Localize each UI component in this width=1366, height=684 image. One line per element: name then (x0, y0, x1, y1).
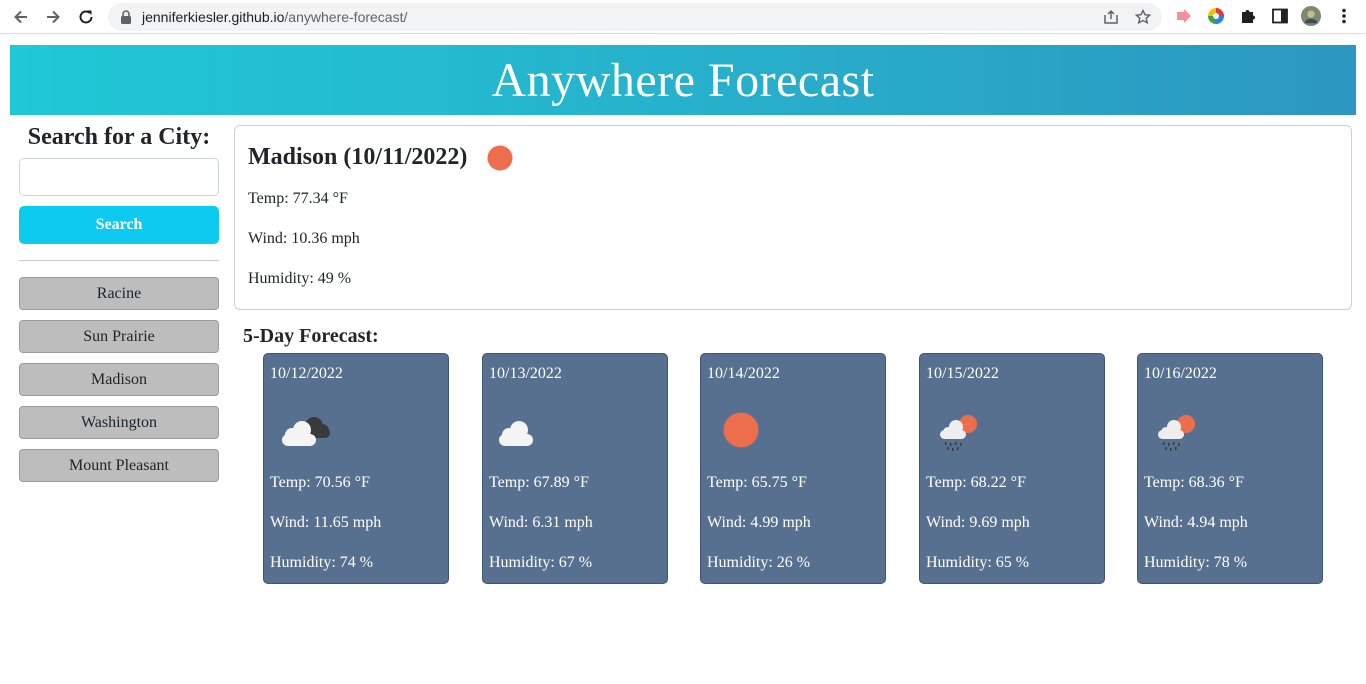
extension-arrow-icon[interactable] (1174, 6, 1194, 26)
forecast-day-card: 10/15/2022 Temp: 68.22 °F Wind: 9.69 mph… (919, 353, 1105, 584)
lock-icon (121, 10, 131, 24)
forecast-temp: Temp: 68.36 °F (1144, 474, 1244, 491)
sun-icon (723, 412, 759, 448)
current-city-date: Madison (10/11/2022) (248, 144, 468, 170)
search-sidebar: Search for a City: Search Racine Sun Pra… (19, 124, 219, 492)
forecast-day-card: 10/12/2022 Temp: 70.56 °F Wind: 11.65 mp… (263, 353, 449, 584)
url-path: /anywhere-forecast/ (284, 9, 408, 25)
forecast-temp: Temp: 65.75 °F (707, 474, 807, 491)
history-city-button[interactable]: Washington (19, 406, 219, 439)
forecast-wind: Wind: 4.99 mph (707, 514, 811, 531)
share-icon[interactable] (1102, 8, 1120, 26)
reload-button[interactable] (74, 5, 98, 29)
forecast-humidity: Humidity: 74 % (270, 554, 374, 571)
forecast-day-card: 10/14/2022 Temp: 65.75 °F Wind: 4.99 mph… (700, 353, 886, 584)
forecast-date: 10/16/2022 (1144, 365, 1217, 382)
history-city-button[interactable]: Madison (19, 363, 219, 396)
search-history-list: Racine Sun Prairie Madison Washington Mo… (19, 277, 219, 482)
broken-clouds-icon (282, 417, 330, 446)
profile-avatar[interactable] (1301, 6, 1321, 26)
forecast-heading: 5-Day Forecast: (243, 325, 379, 347)
forward-button[interactable] (41, 5, 65, 29)
bookmark-star-icon[interactable] (1134, 8, 1152, 26)
app-header: Anywhere Forecast (10, 45, 1356, 115)
browser-menu-icon[interactable] (1334, 6, 1354, 26)
forecast-date: 10/15/2022 (926, 365, 999, 382)
forecast-humidity: Humidity: 78 % (1144, 554, 1248, 571)
reload-icon (79, 10, 93, 24)
forecast-date: 10/13/2022 (489, 365, 562, 382)
back-arrow-icon (14, 10, 27, 24)
color-picker-extension-icon[interactable] (1206, 6, 1226, 26)
forecast-temp: Temp: 70.56 °F (270, 474, 370, 491)
history-city-button[interactable]: Racine (19, 277, 219, 310)
search-button[interactable]: Search (19, 206, 219, 244)
search-heading: Search for a City: (27, 124, 211, 150)
app-title: Anywhere Forecast (491, 53, 875, 107)
current-weather-card: Madison (10/11/2022) Temp: 77.34 °F Wind… (234, 125, 1352, 310)
city-search-input[interactable] (19, 158, 219, 196)
history-city-button[interactable]: Mount Pleasant (19, 449, 219, 482)
sidebar-divider (19, 260, 219, 261)
forecast-day-card: 10/13/2022 Temp: 67.89 °F Wind: 6.31 mph… (482, 353, 668, 584)
sun-icon (487, 145, 513, 171)
current-wind: Wind: 10.36 mph (248, 230, 360, 247)
forecast-day-card: 10/16/2022 Temp: 68.36 °F Wind: 4.94 mph… (1137, 353, 1323, 584)
forecast-temp: Temp: 67.89 °F (489, 474, 589, 491)
forward-arrow-icon (47, 10, 60, 24)
browser-toolbar: jenniferkiesler.github.io/anywhere-forec… (0, 0, 1366, 34)
forecast-wind: Wind: 4.94 mph (1144, 514, 1248, 531)
history-city-button[interactable]: Sun Prairie (19, 320, 219, 353)
current-humidity: Humidity: 49 % (248, 270, 352, 287)
forecast-humidity: Humidity: 65 % (926, 554, 1030, 571)
back-button[interactable] (9, 5, 33, 29)
extensions-puzzle-icon[interactable] (1238, 6, 1258, 26)
url-host: jenniferkiesler.github.io (142, 9, 285, 25)
url-text: jenniferkiesler.github.io/anywhere-forec… (142, 9, 407, 25)
forecast-humidity: Humidity: 67 % (489, 554, 593, 571)
forecast-humidity: Humidity: 26 % (707, 554, 811, 571)
rain-sun-icon (940, 415, 977, 451)
side-panel-icon[interactable] (1270, 6, 1290, 26)
forecast-temp: Temp: 68.22 °F (926, 474, 1026, 491)
rain-sun-icon (1158, 415, 1195, 451)
forecast-date: 10/12/2022 (270, 365, 343, 382)
forecast-wind: Wind: 6.31 mph (489, 514, 593, 531)
address-bar[interactable]: jenniferkiesler.github.io/anywhere-forec… (108, 3, 1162, 31)
forecast-wind: Wind: 9.69 mph (926, 514, 1030, 531)
forecast-date: 10/14/2022 (707, 365, 780, 382)
current-temp: Temp: 77.34 °F (248, 190, 348, 207)
cloud-icon (499, 421, 533, 446)
forecast-wind: Wind: 11.65 mph (270, 514, 382, 531)
